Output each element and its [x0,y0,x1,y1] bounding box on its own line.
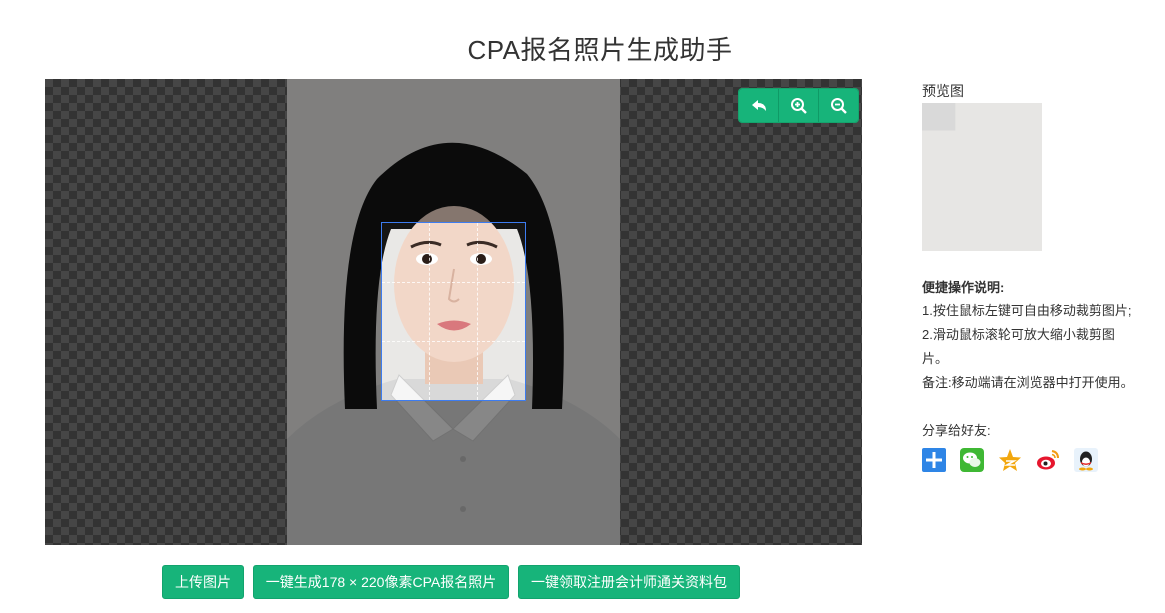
qq-icon[interactable] [1074,448,1098,472]
crop-box[interactable] [381,222,526,401]
crop-guide-line [382,282,525,283]
help-line: 1.按住鼠标左键可自由移动裁剪图片; [922,303,1132,318]
help-title: 便捷操作说明: [922,280,1005,295]
cropper-toolbar [739,89,858,122]
weibo-icon[interactable] [1036,448,1060,472]
crop-guide-line [477,223,478,400]
share-label: 分享给好友: [922,423,991,438]
upload-image-button[interactable]: 上传图片 [162,565,244,599]
get-materials-button[interactable]: 一键领取注册会计师通关资料包 [518,565,740,599]
crop-guide-line [382,341,525,342]
crop-canvas[interactable] [45,79,862,545]
help-line: 备注:移动端请在浏览器中打开使用。 [922,375,1134,390]
zoom-out-button[interactable] [819,89,858,122]
sidebar: 预览图 便捷操作说明: 1.按住鼠标左键可自由移动裁剪图片; 2.滑动鼠标滚轮可… [922,82,1142,472]
crop-guide-line [429,223,430,400]
wechat-icon[interactable] [960,448,984,472]
undo-button[interactable] [739,89,779,122]
help-line: 2.滑动鼠标滚轮可放大缩小裁剪图片。 [922,327,1115,366]
action-buttons: 上传图片 一键生成178 × 220像素CPA报名照片 一键领取注册会计师通关资… [0,565,1165,599]
undo-icon [751,99,766,111]
preview-label: 预览图 [922,83,964,99]
zoom-in-icon [790,97,807,114]
zoom-in-button[interactable] [779,89,819,122]
plus-share-icon[interactable] [922,448,946,472]
zoom-out-icon [830,97,847,114]
generate-photo-button[interactable]: 一键生成178 × 220像素CPA报名照片 [253,565,509,599]
preview-image [922,103,1042,251]
qzone-icon[interactable] [998,448,1022,472]
share-icons [922,448,1142,472]
page-title: CPA报名照片生成助手 [467,35,733,65]
